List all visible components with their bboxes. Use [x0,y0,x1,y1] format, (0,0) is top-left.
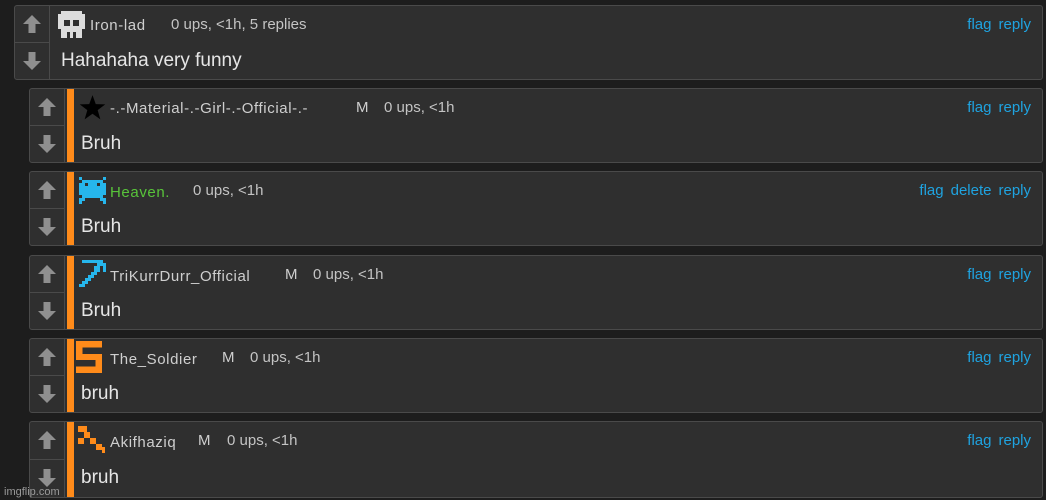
username[interactable]: Akifhaziq [110,434,176,451]
vote-column [30,256,65,329]
reply-comment: TriKurrDurr_Official M 0 ups, <1h flag re… [29,255,1043,330]
reply-link[interactable]: reply [998,16,1031,33]
delete-link[interactable]: delete [951,182,992,199]
comment-actions: flag reply [960,349,1031,366]
comment-meta: 0 ups, <1h, 5 replies [171,16,307,33]
reply-comment: Heaven. 0 ups, <1h flag delete reply Bruh [29,171,1043,246]
comment-body: bruh [81,383,120,404]
watermark: imgflip.com [4,486,60,498]
reply-indent-bar [67,422,74,497]
downvote-button[interactable] [30,376,64,413]
star-avatar-icon[interactable] [79,94,106,121]
reply-indent-bar [67,256,74,329]
comment-body: Bruh [81,216,122,237]
flag-link[interactable]: flag [967,16,991,33]
downvote-button[interactable] [30,293,64,330]
reply-link[interactable]: reply [998,182,1031,199]
flag-link[interactable]: flag [919,182,943,199]
upvote-button[interactable] [15,6,49,43]
reply-comment: Akifhaziq M 0 ups, <1h flag reply bruh [29,421,1043,498]
flag-link[interactable]: flag [967,432,991,449]
comment-actions: flag delete reply [912,182,1031,199]
flag-link[interactable]: flag [967,99,991,116]
skull-avatar-icon[interactable] [58,11,85,38]
username[interactable]: -.-Material-.-Girl-.-Official-.- [110,100,308,117]
username[interactable]: Heaven. [110,184,170,201]
upvote-button[interactable] [30,89,64,126]
upvote-button[interactable] [30,422,64,460]
comment-body: Hahahaha very funny [61,50,242,71]
pixel-invader-avatar-icon[interactable] [79,177,106,204]
reply-comment: The_Soldier M 0 ups, <1h flag reply bruh [29,338,1043,413]
comment-meta: 0 ups, <1h [384,99,455,116]
comment-meta: 0 ups, <1h [313,266,384,283]
reply-link[interactable]: reply [998,99,1031,116]
upvote-button[interactable] [30,256,64,293]
reply-indent-bar [67,89,74,162]
s-letter-avatar-icon[interactable] [76,341,102,373]
comment-actions: flag reply [960,99,1031,116]
username[interactable]: Iron-lad [90,17,146,34]
comment: Iron-lad 0 ups, <1h, 5 replies flag reply… [14,5,1043,80]
pixel-arrow-avatar-icon[interactable] [78,426,105,453]
vote-column [30,172,65,245]
vote-column [15,6,50,79]
moderator-badge: M [222,349,235,366]
downvote-button[interactable] [30,209,64,246]
reply-comment: -.-Material-.-Girl-.-Official-.- M 0 ups… [29,88,1043,163]
downvote-button[interactable] [30,126,64,163]
reply-link[interactable]: reply [998,432,1031,449]
flag-link[interactable]: flag [967,266,991,283]
pickaxe-avatar-icon[interactable] [79,260,106,287]
comment-actions: flag reply [960,16,1031,33]
reply-link[interactable]: reply [998,266,1031,283]
flag-link[interactable]: flag [967,349,991,366]
upvote-button[interactable] [30,172,64,209]
vote-column [30,339,65,412]
comment-actions: flag reply [960,432,1031,449]
moderator-badge: M [198,432,211,449]
moderator-badge: M [356,99,369,116]
comment-actions: flag reply [960,266,1031,283]
reply-indent-bar [67,172,74,245]
downvote-button[interactable] [15,43,49,80]
comment-body: Bruh [81,300,122,321]
reply-indent-bar [67,339,74,412]
username[interactable]: TriKurrDurr_Official [110,268,250,285]
comment-meta: 0 ups, <1h [193,182,264,199]
comment-body: Bruh [81,133,122,154]
upvote-button[interactable] [30,339,64,376]
vote-column [30,89,65,162]
comment-body: bruh [81,467,120,488]
comment-meta: 0 ups, <1h [250,349,321,366]
reply-link[interactable]: reply [998,349,1031,366]
username[interactable]: The_Soldier [110,351,197,368]
comment-meta: 0 ups, <1h [227,432,298,449]
moderator-badge: M [285,266,298,283]
